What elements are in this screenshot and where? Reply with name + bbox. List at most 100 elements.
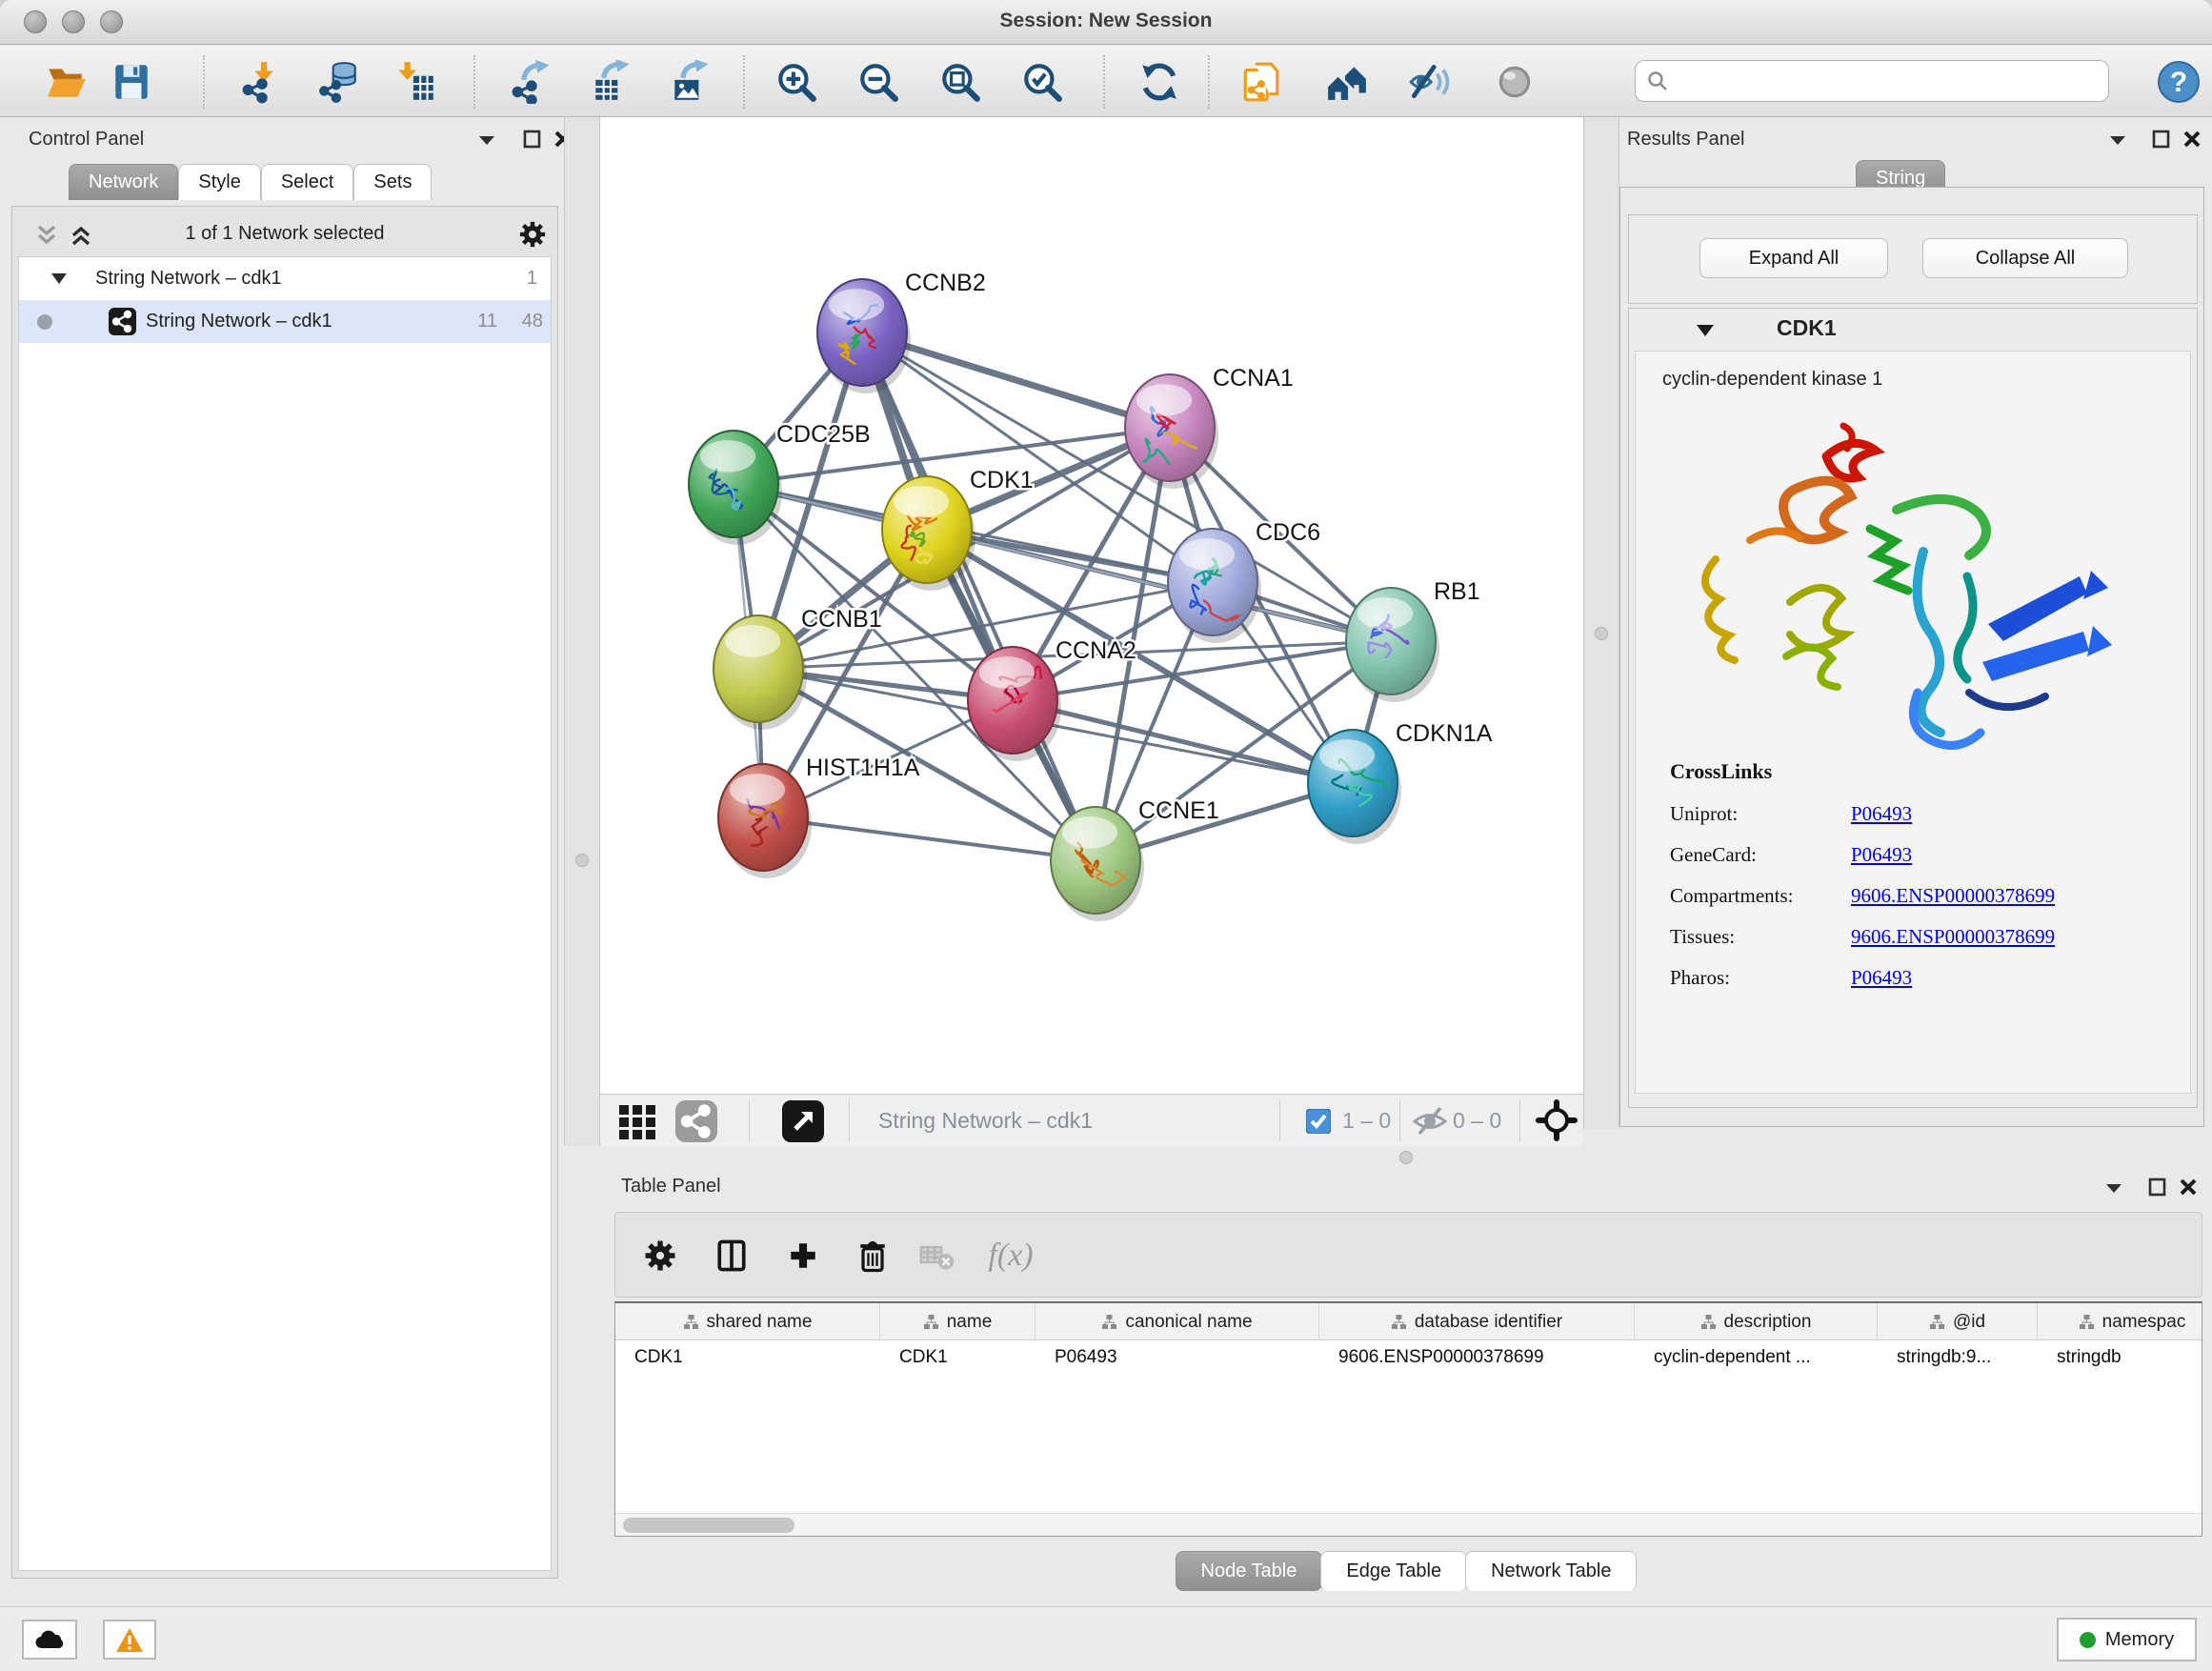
zoom-in-icon[interactable]	[773, 58, 820, 106]
save-session-icon[interactable]	[108, 58, 155, 106]
zoom-out-icon[interactable]	[855, 58, 902, 106]
column-label: canonical name	[1125, 1312, 1252, 1333]
splitter-handle[interactable]	[1595, 627, 1608, 640]
protein-description: cyclin-dependent kinase 1	[1662, 369, 1882, 391]
horizontal-scrollbar[interactable]	[615, 1513, 2202, 1536]
table-cell[interactable]: CDK1	[634, 1347, 683, 1368]
crosslink-link[interactable]: 9606.ENSP00000378699	[1851, 925, 2055, 948]
column-header-name[interactable]: name	[880, 1303, 1036, 1340]
crosslink-row: Pharos:P06493	[1670, 957, 2055, 998]
scrollbar-thumb[interactable]	[623, 1518, 794, 1533]
tab-node-table[interactable]: Node Table	[1176, 1551, 1323, 1591]
cloud-button[interactable]	[22, 1620, 77, 1660]
node-table[interactable]: shared namename canonical name database id…	[614, 1301, 2202, 1537]
tab-sets[interactable]: Sets	[353, 164, 432, 200]
edge-HIST1H1A-CCNE1[interactable]	[763, 817, 1096, 860]
crosslink-link[interactable]: P06493	[1851, 966, 1912, 989]
export-network-icon[interactable]	[508, 58, 555, 106]
node-CDC6[interactable]: CDC6	[1168, 519, 1320, 643]
node-HIST1H1A[interactable]: HIST1H1A	[718, 755, 920, 878]
delete-column-icon[interactable]	[849, 1232, 896, 1279]
column-header-canonical-name[interactable]: canonical name	[1036, 1303, 1319, 1340]
splitter-handle[interactable]	[1399, 1151, 1413, 1164]
column-header-database-identifier[interactable]: database identifier	[1319, 1303, 1635, 1340]
panel-menu-icon[interactable]	[2103, 1178, 2124, 1203]
tab-edge-table[interactable]: Edge Table	[1320, 1551, 1467, 1591]
column-header-shared-name[interactable]: shared name	[615, 1303, 880, 1340]
table-cell[interactable]: stringdb:9...	[1897, 1347, 1991, 1368]
table-settings-gear-icon[interactable]	[636, 1232, 684, 1279]
import-network-file-icon[interactable]	[238, 58, 286, 106]
crosslink-link[interactable]: P06493	[1851, 802, 1912, 825]
export-table-icon[interactable]	[588, 58, 635, 106]
refresh-view-icon[interactable]	[1136, 58, 1183, 106]
node-CCNE1[interactable]: CCNE1	[1051, 797, 1219, 921]
clone-network-icon[interactable]	[1237, 58, 1285, 106]
node-CCNB1[interactable]: CCNB1	[714, 606, 882, 730]
panel-menu-icon[interactable]	[476, 130, 497, 155]
crosslink-link[interactable]: 9606.ENSP00000378699	[1851, 884, 2055, 907]
panel-menu-icon[interactable]	[2107, 130, 2128, 155]
node-CDC25B[interactable]: CDC25B	[689, 421, 871, 545]
zoom-fit-icon[interactable]	[936, 58, 984, 106]
expand-all-button[interactable]: Expand All	[1699, 238, 1888, 278]
left-splitter[interactable]	[564, 117, 600, 1146]
close-panel-icon[interactable]	[2182, 129, 2202, 154]
open-session-icon[interactable]	[42, 58, 90, 106]
tab-network[interactable]: Network	[69, 164, 178, 200]
hide-selected-icon[interactable]	[1405, 58, 1453, 106]
protein-details: cyclin-dependent kinase 1	[1635, 351, 2191, 1094]
network-options-gear-icon[interactable]	[517, 219, 548, 254]
export-image-icon[interactable]	[667, 58, 714, 106]
open-in-window-icon[interactable]	[782, 1100, 824, 1147]
selected-checkbox[interactable]	[1306, 1109, 1331, 1138]
zoom-selected-icon[interactable]	[1018, 58, 1066, 106]
table-cell[interactable]: CDK1	[899, 1347, 948, 1368]
results-panel-title: Results Panel	[1627, 129, 1744, 151]
memory-button[interactable]: Memory	[2057, 1618, 2197, 1661]
float-panel-icon[interactable]	[522, 129, 543, 154]
tab-select[interactable]: Select	[261, 164, 354, 200]
node-CDKN1A[interactable]: CDKN1A	[1308, 720, 1493, 844]
search-input[interactable]	[1635, 60, 2109, 102]
crosslink-link[interactable]: P06493	[1851, 843, 1912, 866]
right-splitter[interactable]	[1583, 117, 1619, 1129]
network-collection-row[interactable]: String Network – cdk1 1	[19, 257, 551, 300]
splitter-handle[interactable]	[575, 854, 589, 867]
float-panel-icon[interactable]	[2147, 1177, 2168, 1202]
show-eye-icon[interactable]	[1491, 58, 1538, 106]
node-CCNB2[interactable]: CCNB2	[817, 270, 986, 393]
close-panel-icon[interactable]	[2178, 1177, 2199, 1202]
import-table-file-icon[interactable]	[392, 58, 439, 106]
import-network-database-icon[interactable]	[315, 58, 363, 106]
tab-style[interactable]: Style	[178, 164, 260, 200]
table-cell[interactable]: cyclin-dependent ...	[1654, 1347, 1811, 1368]
section-collapse-icon[interactable]	[1694, 318, 1717, 346]
network-row-selected[interactable]: String Network – cdk1 11 48	[19, 300, 551, 343]
node-RB1[interactable]: RB1	[1346, 578, 1480, 702]
birds-eye-view-icon[interactable]	[1536, 1099, 1578, 1146]
collapse-all-button[interactable]: Collapse All	[1922, 238, 2128, 278]
show-columns-icon[interactable]	[708, 1232, 755, 1279]
warnings-button[interactable]	[103, 1620, 156, 1660]
application-window: Session: New Session	[0, 0, 2212, 1671]
network-canvas[interactable]: CCNB2CCNA1CDC25BCDK1CDC6RB1CCNB1CCNA2CDK…	[600, 117, 1583, 1094]
float-panel-icon[interactable]	[2151, 129, 2172, 154]
home-networks-icon[interactable]	[1323, 58, 1371, 106]
string-network-badge-icon[interactable]	[675, 1100, 717, 1147]
help-icon[interactable]: ?	[2155, 58, 2202, 106]
node-CDK1[interactable]: CDK1	[882, 467, 1034, 591]
table-cell[interactable]: P06493	[1055, 1347, 1117, 1368]
column-header-description[interactable]: description	[1635, 1303, 1878, 1340]
table-cell[interactable]: stringdb	[2057, 1347, 2122, 1368]
table-cell[interactable]: 9606.ENSP00000378699	[1338, 1347, 1544, 1368]
string-network-graph[interactable]: CCNB2CCNA1CDC25BCDK1CDC6RB1CCNB1CCNA2CDK…	[600, 117, 1583, 1094]
tab-network-table[interactable]: Network Table	[1465, 1551, 1637, 1591]
column-header-@id[interactable]: @id	[1878, 1303, 2038, 1340]
grid-view-icon[interactable]	[617, 1101, 657, 1146]
horizontal-splitter[interactable]	[600, 1146, 2212, 1170]
node-CCNA1[interactable]: CCNA1	[1125, 365, 1294, 489]
edge-CCNA2-CDKN1A[interactable]	[1013, 700, 1353, 783]
add-column-icon[interactable]	[779, 1232, 827, 1279]
column-header-namespac[interactable]: namespac	[2038, 1303, 2202, 1340]
